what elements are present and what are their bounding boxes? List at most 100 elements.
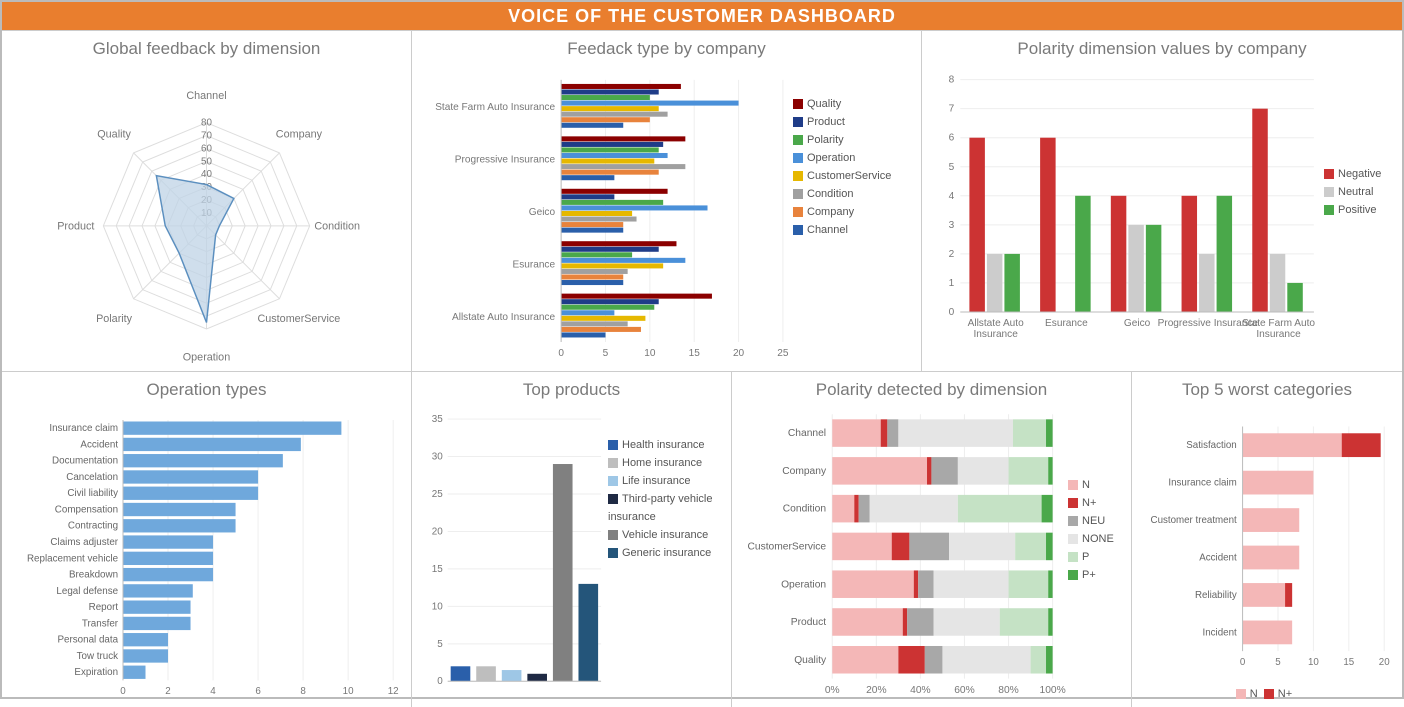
- panel-radar: Global feedback by dimension 10203040506…: [2, 31, 412, 371]
- svg-text:7: 7: [949, 104, 955, 115]
- svg-text:Reliability: Reliability: [1195, 590, 1237, 601]
- legend-products: Health insuranceHome insuranceLife insur…: [608, 406, 723, 703]
- svg-text:Accident: Accident: [80, 439, 118, 450]
- svg-text:Report: Report: [89, 602, 119, 613]
- svg-text:10: 10: [644, 348, 656, 359]
- svg-text:4: 4: [949, 191, 955, 202]
- chart-products: 05101520253035: [420, 406, 608, 703]
- svg-text:Esurance: Esurance: [513, 259, 556, 270]
- svg-text:Geico: Geico: [1124, 318, 1151, 329]
- svg-text:Accident: Accident: [1199, 552, 1237, 563]
- svg-text:80%: 80%: [998, 685, 1019, 696]
- svg-text:Insurance: Insurance: [974, 329, 1019, 340]
- svg-text:CustomerService: CustomerService: [257, 313, 340, 325]
- svg-text:Allstate Auto Insurance: Allstate Auto Insurance: [452, 312, 555, 323]
- svg-text:Condition: Condition: [783, 504, 827, 515]
- svg-text:Compensation: Compensation: [55, 504, 118, 515]
- chart-polarity-dim: 0%20%40%60%80%100%ChannelCompanyConditio…: [740, 406, 1068, 703]
- svg-text:0: 0: [120, 686, 126, 697]
- svg-text:Operation: Operation: [183, 351, 230, 363]
- svg-text:20: 20: [1379, 657, 1390, 668]
- svg-text:1: 1: [949, 278, 955, 289]
- polarity-dim-title: Polarity detected by dimension: [740, 380, 1123, 400]
- svg-text:Contracting: Contracting: [68, 521, 118, 532]
- svg-text:Operation: Operation: [781, 579, 826, 590]
- svg-text:5: 5: [437, 639, 443, 650]
- svg-text:Incident: Incident: [1203, 627, 1237, 638]
- svg-text:Civil liability: Civil liability: [67, 488, 118, 499]
- svg-text:4: 4: [210, 686, 216, 697]
- svg-text:5: 5: [1275, 657, 1281, 668]
- panel-polarity-company: Polarity dimension values by company 012…: [922, 31, 1402, 371]
- svg-text:Breakdown: Breakdown: [69, 570, 118, 581]
- svg-text:2: 2: [165, 686, 170, 697]
- svg-text:Documentation: Documentation: [52, 456, 118, 467]
- svg-text:0: 0: [949, 307, 955, 318]
- chart-worst: 05101520SatisfactionInsurance claimCusto…: [1140, 406, 1394, 685]
- svg-text:35: 35: [432, 414, 443, 425]
- svg-text:Personal data: Personal data: [58, 635, 119, 646]
- svg-text:Legal defense: Legal defense: [56, 586, 118, 597]
- svg-text:0: 0: [437, 676, 443, 687]
- svg-text:40%: 40%: [910, 685, 931, 696]
- svg-text:Transfer: Transfer: [82, 618, 119, 629]
- svg-text:8: 8: [300, 686, 306, 697]
- feedback-title: Feedack type by company: [420, 39, 913, 59]
- svg-text:15: 15: [1343, 657, 1354, 668]
- radar-title: Global feedback by dimension: [10, 39, 403, 59]
- legend-polarity-company: NegativeNeutralPositive: [1324, 65, 1394, 367]
- products-title: Top products: [420, 380, 723, 400]
- svg-text:3: 3: [949, 220, 955, 231]
- svg-text:20%: 20%: [866, 685, 887, 696]
- panel-operations: Operation types 024681012Insurance claim…: [2, 372, 412, 707]
- svg-text:15: 15: [689, 348, 701, 359]
- svg-text:0: 0: [558, 348, 564, 359]
- panel-worst: Top 5 worst categories 0 5 10 15 20 Satisfact…: [1132, 372, 1402, 707]
- svg-text:Tow truck: Tow truck: [77, 651, 119, 662]
- svg-text:100%: 100%: [1040, 685, 1066, 696]
- svg-text:5: 5: [949, 162, 955, 173]
- panel-polarity-dim: Polarity detected by dimension 0% 20% 40% 6…: [732, 372, 1132, 707]
- worst-title: Top 5 worst categories: [1140, 380, 1394, 400]
- panel-feedback: Feedack type by company 0510152025State …: [412, 31, 922, 371]
- svg-text:State Farm Auto Insurance: State Farm Auto Insurance: [435, 102, 555, 113]
- svg-text:Company: Company: [276, 128, 323, 140]
- panel-products: Top products 05101520253035 Health insur…: [412, 372, 732, 707]
- svg-text:15: 15: [432, 564, 443, 575]
- svg-text:25: 25: [432, 489, 443, 500]
- legend-feedback: QualityProductPolarityOperationCustomerS…: [793, 65, 913, 367]
- svg-text:6: 6: [255, 686, 261, 697]
- chart-polarity-company: 012345678Allstate AutoInsuranceEsuranceG…: [930, 65, 1324, 367]
- svg-text:30: 30: [432, 451, 443, 462]
- svg-text:Esurance: Esurance: [1045, 318, 1088, 329]
- chart-operations: 024681012Insurance claimAccidentDocument…: [10, 406, 403, 703]
- svg-text:Insurance: Insurance: [1256, 329, 1301, 340]
- svg-text:Quality: Quality: [794, 655, 827, 666]
- svg-text:Channel: Channel: [788, 428, 826, 439]
- svg-text:60%: 60%: [954, 685, 975, 696]
- svg-text:Claims adjuster: Claims adjuster: [50, 537, 118, 548]
- svg-text:Quality: Quality: [97, 128, 131, 140]
- svg-text:Insurance claim: Insurance claim: [1168, 478, 1236, 489]
- svg-text:10: 10: [1308, 657, 1319, 668]
- svg-text:Product: Product: [791, 617, 826, 628]
- svg-text:20: 20: [733, 348, 745, 359]
- svg-text:10: 10: [432, 601, 443, 612]
- svg-text:Insurance claim: Insurance claim: [49, 423, 118, 434]
- svg-text:Replacement vehicle: Replacement vehicle: [27, 553, 119, 564]
- chart-feedback: 0510152025State Farm Auto InsuranceProgr…: [420, 65, 793, 367]
- svg-text:Satisfaction: Satisfaction: [1186, 440, 1236, 451]
- svg-text:Cancelation: Cancelation: [66, 472, 118, 483]
- svg-text:10: 10: [343, 686, 354, 697]
- svg-text:CustomerService: CustomerService: [747, 542, 826, 553]
- svg-text:0%: 0%: [825, 685, 840, 696]
- chart-radar: 1020304050607080ChannelCompanyConditionC…: [10, 65, 403, 367]
- operations-title: Operation types: [10, 380, 403, 400]
- svg-text:Expiration: Expiration: [74, 667, 118, 678]
- svg-text:Progressive Insurance: Progressive Insurance: [455, 155, 556, 166]
- svg-text:Geico: Geico: [529, 207, 556, 218]
- svg-text:Polarity: Polarity: [96, 313, 133, 325]
- legend-worst: N N+: [1140, 685, 1394, 703]
- svg-text:0: 0: [1240, 657, 1246, 668]
- polarity-company-title: Polarity dimension values by company: [930, 39, 1394, 59]
